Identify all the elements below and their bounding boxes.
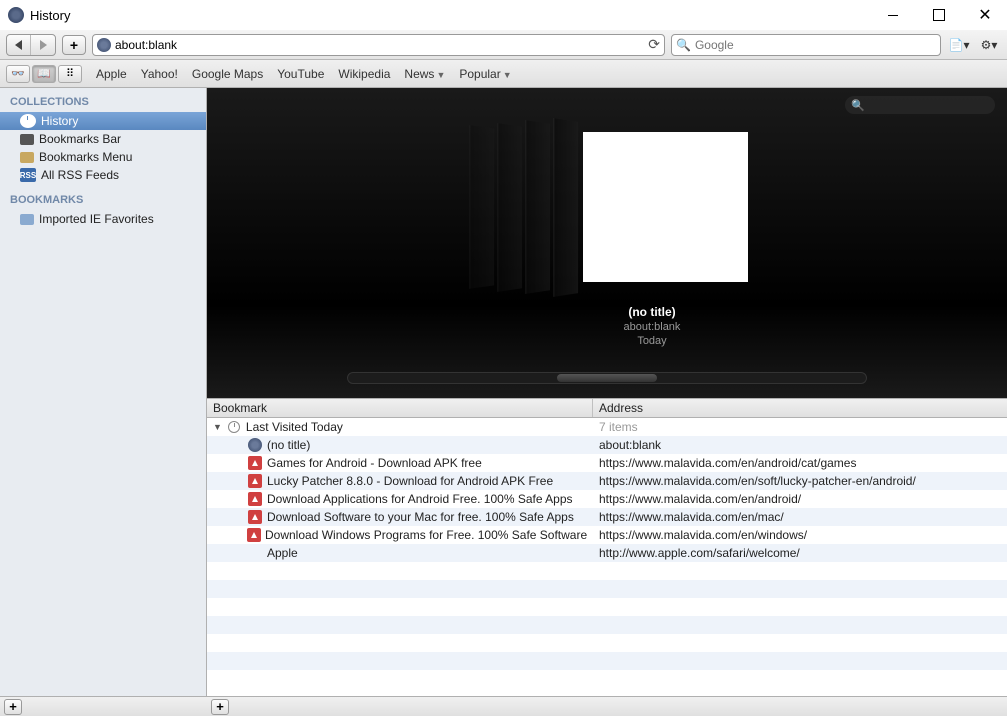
history-row[interactable]: Games for Android - Download APK free ht… xyxy=(207,454,1007,472)
topsites-view-button[interactable]: ⠿ xyxy=(58,65,82,83)
back-icon xyxy=(15,40,22,50)
sidebar-item-bookmarks-bar[interactable]: Bookmarks Bar xyxy=(0,130,206,148)
history-row[interactable]: Download Windows Programs for Free. 100%… xyxy=(207,526,1007,544)
bookmarks-view-button[interactable]: 📖 xyxy=(32,65,56,83)
bookmark-link-yahoo[interactable]: Yahoo! xyxy=(141,67,178,81)
coverflow: 🔍 (no title) about:blank Today xyxy=(207,88,1007,398)
history-row[interactable]: Lucky Patcher 8.8.0 - Download for Andro… xyxy=(207,472,1007,490)
nav-buttons xyxy=(6,34,56,56)
history-row-empty xyxy=(207,562,1007,580)
sidebar-item-rss[interactable]: RSSAll RSS Feeds xyxy=(0,166,206,184)
coverflow-date: Today xyxy=(624,335,681,347)
bottom-bar: + + xyxy=(0,696,1007,716)
search-bar[interactable]: 🔍 xyxy=(671,34,941,56)
bookmark-link-news[interactable]: News▼ xyxy=(404,67,445,81)
folder-icon xyxy=(20,152,34,163)
scrollbar-thumb[interactable] xyxy=(557,374,657,382)
app-icon xyxy=(8,7,24,23)
settings-button[interactable]: ⚙▾ xyxy=(977,35,1001,55)
bookmarks-bar: 👓 📖 ⠿ Apple Yahoo! Google Maps YouTube W… xyxy=(0,60,1007,88)
sidebar-item-bookmarks-menu[interactable]: Bookmarks Menu xyxy=(0,148,206,166)
disclosure-icon[interactable]: ▼ xyxy=(213,422,222,432)
bookmark-link-wikipedia[interactable]: Wikipedia xyxy=(338,67,390,81)
coverflow-title: (no title) xyxy=(624,305,681,319)
titlebar: History ✕ xyxy=(0,0,1007,30)
content-area: 🔍 (no title) about:blank Today Bookmark … xyxy=(207,88,1007,696)
bookmark-link-apple[interactable]: Apple xyxy=(96,67,127,81)
apple-icon xyxy=(247,546,263,560)
url-text: about:blank xyxy=(115,38,648,52)
sidebar-item-history[interactable]: History xyxy=(0,112,206,130)
bookmark-link-googlemaps[interactable]: Google Maps xyxy=(192,67,263,81)
window-title: History xyxy=(30,8,879,23)
history-row-empty xyxy=(207,616,1007,634)
history-row[interactable]: Download Applications for Android Free. … xyxy=(207,490,1007,508)
page-menu-button[interactable]: 📄▾ xyxy=(947,35,971,55)
forward-icon xyxy=(40,40,47,50)
add-button[interactable]: + xyxy=(211,699,229,715)
search-icon: 🔍 xyxy=(851,99,865,112)
col-address[interactable]: Address xyxy=(593,399,1007,417)
back-button[interactable] xyxy=(7,35,31,55)
main-area: COLLECTIONS History Bookmarks Bar Bookma… xyxy=(0,88,1007,696)
add-button[interactable]: + xyxy=(4,699,22,715)
rss-icon: RSS xyxy=(20,168,36,182)
reading-list-button[interactable]: 👓 xyxy=(6,65,30,83)
history-row[interactable]: Apple http://www.apple.com/safari/welcom… xyxy=(207,544,1007,562)
bookmark-link-youtube[interactable]: YouTube xyxy=(277,67,324,81)
history-body: ▼Last Visited Today 7 items (no title) a… xyxy=(207,418,1007,696)
history-group-row[interactable]: ▼Last Visited Today 7 items xyxy=(207,418,1007,436)
history-row-empty xyxy=(207,598,1007,616)
clock-icon xyxy=(20,114,36,128)
view-buttons: 👓 📖 ⠿ xyxy=(6,65,82,83)
history-row-empty xyxy=(207,652,1007,670)
bookmarks-header: BOOKMARKS xyxy=(0,190,206,210)
add-bookmark-button[interactable]: + xyxy=(62,35,86,55)
history-row-empty xyxy=(207,670,1007,688)
site-icon xyxy=(247,510,263,524)
history-row[interactable]: (no title) about:blank xyxy=(207,436,1007,454)
search-icon: 🔍 xyxy=(676,38,691,52)
forward-button[interactable] xyxy=(31,35,55,55)
url-bar[interactable]: about:blank ⟳ xyxy=(92,34,665,56)
coverflow-subtitle: about:blank xyxy=(624,321,681,333)
window-controls: ✕ xyxy=(879,1,999,29)
toolbar: + about:blank ⟳ 🔍 📄▾ ⚙▾ xyxy=(0,30,1007,60)
reload-icon[interactable]: ⟳ xyxy=(648,36,660,53)
coverflow-scrollbar[interactable] xyxy=(347,372,867,384)
site-icon xyxy=(247,492,263,506)
col-bookmark[interactable]: Bookmark xyxy=(207,399,593,417)
maximize-button[interactable] xyxy=(925,1,953,29)
site-icon xyxy=(247,474,263,488)
history-header: Bookmark Address xyxy=(207,398,1007,418)
history-row-empty xyxy=(207,580,1007,598)
coverflow-caption: (no title) about:blank Today xyxy=(624,305,681,347)
coverflow-card-back[interactable] xyxy=(525,120,550,294)
coverflow-card-back[interactable] xyxy=(553,118,578,297)
bookmark-icon xyxy=(20,134,34,145)
site-icon xyxy=(97,38,111,52)
minimize-button[interactable] xyxy=(879,1,907,29)
search-input[interactable] xyxy=(695,38,936,52)
coverflow-cards xyxy=(467,120,748,295)
collections-header: COLLECTIONS xyxy=(0,92,206,112)
coverflow-search[interactable]: 🔍 xyxy=(845,96,995,114)
history-row[interactable]: Download Software to your Mac for free. … xyxy=(207,508,1007,526)
site-icon xyxy=(247,456,263,470)
coverflow-card-back[interactable] xyxy=(469,125,494,289)
sidebar-item-imported-ie[interactable]: Imported IE Favorites xyxy=(0,210,206,228)
globe-icon xyxy=(247,438,263,452)
history-row-empty xyxy=(207,634,1007,652)
clock-icon xyxy=(226,420,242,434)
coverflow-card-main[interactable] xyxy=(583,132,748,282)
sidebar: COLLECTIONS History Bookmarks Bar Bookma… xyxy=(0,88,207,696)
bookmark-link-popular[interactable]: Popular▼ xyxy=(459,67,511,81)
folder-icon xyxy=(20,214,34,225)
close-button[interactable]: ✕ xyxy=(971,1,999,29)
coverflow-card-back[interactable] xyxy=(497,123,522,292)
site-icon xyxy=(247,528,261,542)
